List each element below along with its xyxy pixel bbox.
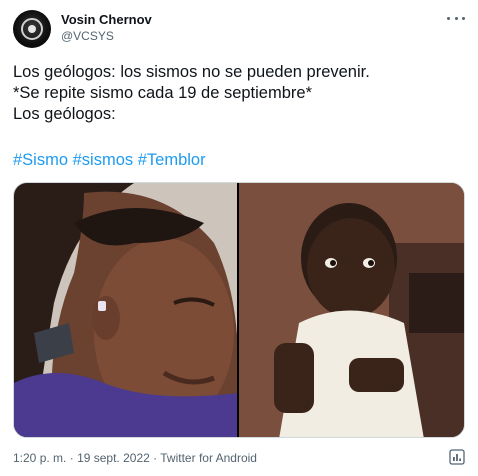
tweet-date: 19 sept. 2022 — [77, 451, 150, 465]
separator-dot: · — [69, 451, 74, 465]
tweet-card: Vosin Chernov @VCSYS Los geólogos: los s… — [0, 0, 478, 476]
hashtag-list: #Sismo #sismos #Temblor — [13, 151, 206, 170]
tweet-time: 1:20 p. m. — [13, 451, 67, 465]
analytics-icon[interactable] — [449, 449, 465, 465]
media-grid — [13, 182, 465, 438]
tweet-text-line: Los geólogos: — [13, 105, 116, 123]
tweet-timestamp[interactable]: 1:20 p. m. · 19 sept. 2022 · Twitter for… — [13, 451, 257, 465]
separator-dot: · — [153, 451, 158, 465]
avatar[interactable] — [13, 10, 51, 48]
more-options-button[interactable] — [447, 11, 465, 25]
tweet-source[interactable]: Twitter for Android — [160, 451, 257, 465]
woman-photo-illustration — [14, 183, 237, 437]
author-handle[interactable]: @VCSYS — [61, 29, 114, 43]
tweet-text-line: *Se repite sismo cada 19 de septiembre* — [13, 84, 312, 102]
hashtag-link-sismo[interactable]: #Sismo — [13, 151, 68, 169]
more-horizontal-icon — [454, 16, 458, 20]
media-photo-woman[interactable] — [14, 183, 237, 437]
more-horizontal-icon — [447, 16, 450, 20]
boy-photo-illustration — [239, 183, 464, 437]
author-display-name[interactable]: Vosin Chernov — [61, 12, 152, 27]
tweet-text: Los geólogos: los sismos no se pueden pr… — [13, 62, 468, 125]
tweet-text-line: Los geólogos: los sismos no se pueden pr… — [13, 63, 370, 81]
hashtag-link-sismos[interactable]: #sismos — [73, 151, 134, 169]
avatar-core-graphic — [28, 25, 36, 33]
media-photo-boy[interactable] — [239, 183, 464, 437]
hashtag-link-temblor[interactable]: #Temblor — [138, 151, 206, 169]
analytics-icon-graphic — [449, 449, 465, 465]
more-horizontal-icon — [462, 16, 465, 20]
